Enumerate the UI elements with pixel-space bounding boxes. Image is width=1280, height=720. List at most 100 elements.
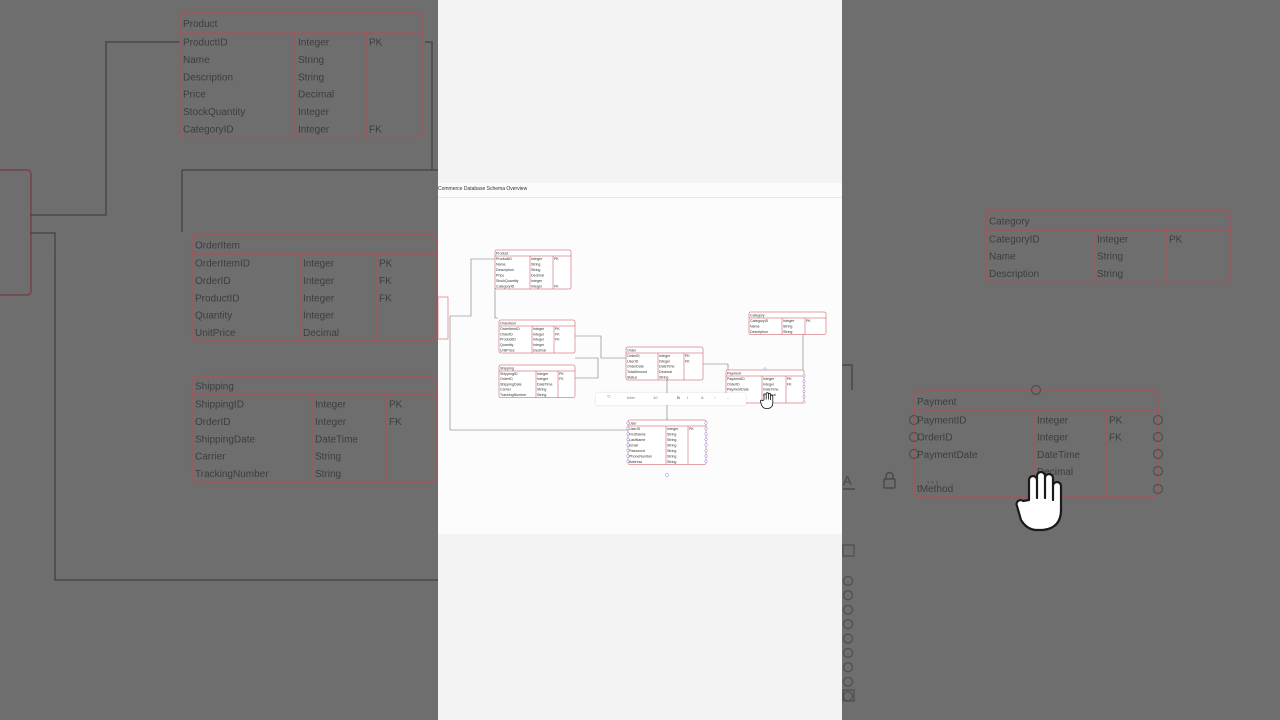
column-key: FK <box>787 382 792 386</box>
diagram-svg: Product ProductID Integer PK Name String Descr… <box>438 249 827 477</box>
column-name: Address <box>629 460 642 464</box>
column-type: Integer <box>533 338 545 342</box>
font-size-select[interactable]: 10 <box>653 395 657 400</box>
format-toolbar[interactable]: ○ Inter 10 B I A ▫ ... <box>596 393 746 405</box>
bg-more-icon: ··· <box>926 474 939 489</box>
column-type: String <box>537 388 546 392</box>
stroke-color-icon[interactable]: ○ <box>607 394 611 400</box>
column-name: OrderID <box>500 377 513 381</box>
column-name: OrderItemID <box>500 327 520 331</box>
column-type: Integer <box>659 354 671 358</box>
column-name: UserID <box>627 359 639 363</box>
column-name: Quantity <box>195 311 232 322</box>
table-title: Shipping <box>500 366 514 370</box>
column-key: FK <box>685 359 690 363</box>
column-key: PK <box>787 377 792 381</box>
column-name: Price <box>183 90 206 101</box>
table-orderitem[interactable]: OrderItem OrderItemID Integer PK OrderID Inte… <box>498 319 576 354</box>
column-name: OrderID <box>917 433 953 444</box>
column-type: Integer <box>667 427 679 431</box>
table-orderitem[interactable]: OrderItem OrderItemID Integer PK OrderID Inte… <box>191 233 437 342</box>
column-type: DateTime <box>537 382 552 386</box>
column-type: Integer <box>537 372 549 376</box>
column-type: Integer <box>531 279 543 283</box>
column-type: DateTime <box>659 365 674 369</box>
lock-icon[interactable]: ▫ <box>714 395 715 400</box>
column-type: Decimal <box>531 273 544 277</box>
column-name: LastName <box>629 438 645 442</box>
column-name: Email <box>629 443 638 447</box>
column-type: Integer <box>533 332 545 336</box>
table-shipping[interactable]: Shipping ShippingID Integer PK OrderID Intege… <box>191 375 437 483</box>
column-key: PK <box>555 327 560 331</box>
table-title: Product <box>183 19 218 30</box>
column-type: String <box>315 452 341 463</box>
column-type: Integer <box>531 284 543 288</box>
column-key: FK <box>559 377 564 381</box>
column-key: FK <box>1109 433 1122 444</box>
column-name: OrderID <box>195 276 231 287</box>
column-key: FK <box>369 125 382 136</box>
column-type: String <box>1097 252 1123 263</box>
column-name: Description <box>183 72 233 83</box>
text-color-icon[interactable]: A <box>701 395 704 400</box>
column-type: String <box>667 449 676 453</box>
column-key: FK <box>389 417 402 428</box>
column-key: FK <box>554 284 559 288</box>
column-type: Decimal <box>303 328 339 339</box>
column-name: Password <box>629 449 645 453</box>
italic-button[interactable]: I <box>687 395 688 400</box>
font-select[interactable]: Inter <box>627 395 635 400</box>
column-name: PaymentID <box>917 415 966 426</box>
column-type: Decimal <box>298 90 334 101</box>
offscreen-table-stub <box>438 296 449 340</box>
table-category[interactable]: Category CategoryID Integer PK Name String Des… <box>748 311 827 335</box>
column-type: Integer <box>298 125 330 136</box>
column-name: PaymentID <box>727 377 745 381</box>
column-type: String <box>783 330 792 334</box>
column-name: Name <box>750 324 760 328</box>
table-product[interactable]: Product ProductID Integer PK Name String Descr… <box>494 249 572 290</box>
table-category[interactable]: Category CategoryID Integer PK Name String Des… <box>985 209 1231 283</box>
column-name: OrderDate <box>627 365 644 369</box>
column-name: CategoryID <box>496 284 515 288</box>
column-name: ShippingDate <box>195 434 255 445</box>
table-user[interactable]: User UserID Integer PK FirstName String LastNa… <box>627 419 707 465</box>
column-name: ProductID <box>500 338 516 342</box>
table-title: Shipping <box>195 382 234 393</box>
column-key: PK <box>369 38 383 49</box>
table-title: Category <box>750 313 765 317</box>
table-order[interactable]: Order OrderID Integer PK UserID Integer FK Orde… <box>625 346 704 381</box>
column-name: ShippingID <box>195 400 244 411</box>
column-name: TotalAmount <box>627 370 647 374</box>
table-title: Order <box>627 348 637 352</box>
hand-cursor-small-icon <box>760 392 774 409</box>
bg-text-color-icon: A <box>843 473 852 488</box>
column-key: PK <box>806 319 811 323</box>
table-shipping[interactable]: Shipping ShippingID Integer PK OrderID Intege… <box>498 364 576 398</box>
column-key: FK <box>379 293 392 304</box>
column-type: Integer <box>298 38 330 49</box>
bold-button[interactable]: B <box>677 395 680 400</box>
hand-cursor-icon <box>1015 470 1063 532</box>
column-name: OrderID <box>627 354 640 358</box>
column-name: Name <box>989 252 1016 263</box>
column-name: ProductID <box>183 38 227 49</box>
column-key: PK <box>1109 415 1123 426</box>
column-name: CategoryID <box>183 125 234 136</box>
column-name: PaymentDate <box>727 388 749 392</box>
column-name: ProductID <box>195 293 239 304</box>
column-type: Integer <box>1037 415 1069 426</box>
column-name: UnitPrice <box>195 328 236 339</box>
diagram-canvas[interactable]: Product ProductID Integer PK Name String Descr… <box>438 198 842 534</box>
bg-lock-icon <box>883 478 896 489</box>
column-key: PK <box>685 354 690 358</box>
column-type: Integer <box>531 257 543 261</box>
more-icon[interactable]: ... <box>727 395 730 400</box>
column-type: Integer <box>533 343 545 347</box>
column-type: String <box>298 55 324 66</box>
column-name: ShippingID <box>500 372 518 376</box>
column-name: StockQuantity <box>496 279 519 283</box>
table-product[interactable]: Product ProductID Integer PK Name String Descr… <box>179 11 423 139</box>
column-type: Integer <box>303 311 335 322</box>
